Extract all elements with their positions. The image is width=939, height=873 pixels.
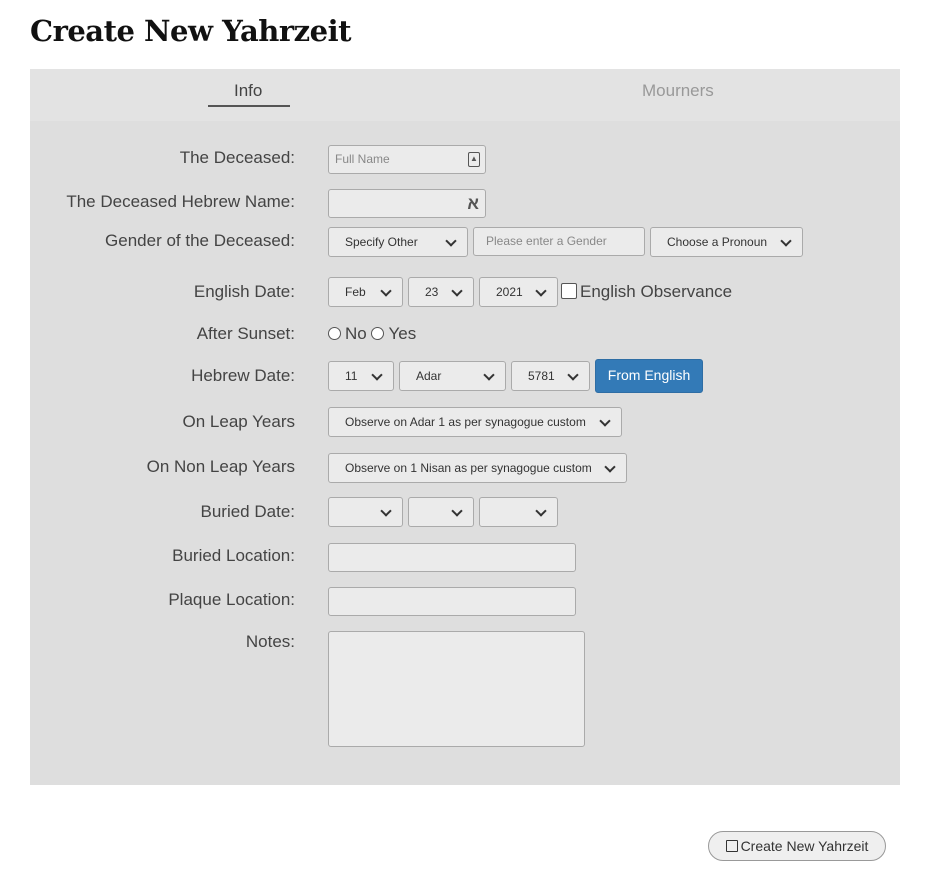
deceased-label: The Deceased: <box>179 148 295 167</box>
save-icon <box>725 840 738 852</box>
hebrew-name-label: The Deceased Hebrew Name: <box>66 192 295 211</box>
notes-textarea[interactable] <box>328 631 585 747</box>
buried-year-select[interactable] <box>479 497 558 527</box>
hebrew-month-select[interactable]: Adar <box>399 361 506 391</box>
gender-select[interactable]: Specify Other <box>328 227 468 257</box>
sunset-yes-radio[interactable] <box>371 327 385 340</box>
after-sunset-label: After Sunset: <box>196 324 295 343</box>
nonleap-label: On Non Leap Years <box>146 457 295 476</box>
gender-label: Gender of the Deceased: <box>105 231 295 250</box>
notes-label: Notes: <box>245 632 295 651</box>
buried-day-select[interactable] <box>408 497 474 527</box>
english-day-select[interactable]: 23 <box>408 277 474 307</box>
pronoun-select[interactable]: Choose a Pronoun <box>650 227 803 257</box>
buried-location-label: Buried Location: <box>172 546 295 565</box>
buried-location-input[interactable] <box>328 543 576 572</box>
sunset-no-radio[interactable] <box>328 327 341 340</box>
contact-card-icon[interactable]: ▲ <box>468 152 480 167</box>
english-observance[interactable]: English Observance <box>561 282 732 302</box>
nonleap-year-select[interactable]: Observe on 1 Nisan as per synagogue cust… <box>328 453 627 483</box>
after-sunset-radios: No Yes <box>328 324 416 344</box>
buried-month-select[interactable] <box>328 497 403 527</box>
page-title: Create New Yahrzeit <box>30 14 352 48</box>
plaque-location-input[interactable] <box>328 587 576 616</box>
from-english-button[interactable]: From English <box>595 359 703 393</box>
plaque-location-label: Plaque Location: <box>168 590 295 609</box>
create-yahrzeit-button[interactable]: Create New Yahrzeit <box>708 831 886 861</box>
hebrew-keyboard-icon[interactable]: א <box>467 190 479 217</box>
hebrew-year-select[interactable]: 5781 <box>511 361 590 391</box>
hebrew-day-select[interactable]: 11 <box>328 361 394 391</box>
tab-mourners[interactable]: Mourners <box>642 81 714 101</box>
english-date-label: English Date: <box>193 282 295 301</box>
hebrew-date-label: Hebrew Date: <box>191 366 295 385</box>
form-panel: Info Mourners The Deceased: Full Name ▲ … <box>30 69 900 785</box>
active-tab-indicator <box>208 105 290 107</box>
leap-year-select[interactable]: Observe on Adar 1 as per synagogue custo… <box>328 407 622 437</box>
tab-info[interactable]: Info <box>234 81 262 101</box>
english-year-select[interactable]: 2021 <box>479 277 558 307</box>
leap-label: On Leap Years <box>182 412 295 431</box>
buried-date-label: Buried Date: <box>200 502 296 521</box>
gender-input[interactable]: Please enter a Gender <box>473 227 645 256</box>
deceased-name-input[interactable]: Full Name ▲ <box>328 145 486 174</box>
english-month-select[interactable]: Feb <box>328 277 403 307</box>
hebrew-name-input[interactable]: א <box>328 189 486 218</box>
english-observance-checkbox[interactable] <box>561 283 577 299</box>
tab-bar: Info Mourners <box>30 69 900 121</box>
